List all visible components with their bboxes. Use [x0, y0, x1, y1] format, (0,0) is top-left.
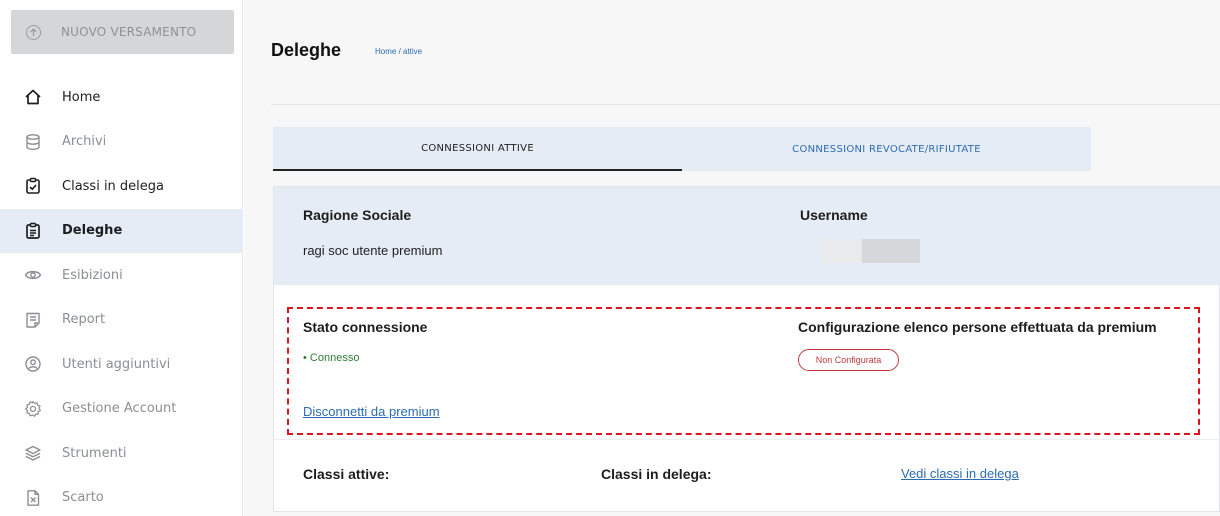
- sidebar-item-label: Esibizioni: [62, 267, 123, 283]
- sidebar-item-label: Report: [62, 312, 106, 328]
- sidebar-item-label: Archivi: [62, 134, 107, 150]
- layers-icon: [25, 446, 41, 461]
- ragione-sociale-label: Ragione Sociale: [303, 207, 412, 223]
- sidebar-item-home[interactable]: Home: [0, 75, 243, 120]
- sidebar-item-utenti-aggiuntivi[interactable]: Utenti aggiuntivi: [0, 342, 243, 387]
- gear-icon: [25, 400, 41, 417]
- sidebar-item-esibizioni[interactable]: Esibizioni: [0, 253, 243, 298]
- sidebar-item-deleghe[interactable]: Deleghe: [0, 208, 243, 253]
- clipboard-check-icon: [26, 178, 40, 195]
- username-redacted: [820, 239, 920, 263]
- sidebar-item-label: Home: [62, 89, 101, 105]
- disconnetti-link[interactable]: Disconnetti da premium: [303, 404, 440, 419]
- configurazione-label: Configurazione elenco persone effettuata…: [798, 319, 1157, 335]
- report-icon: [26, 312, 40, 328]
- home-icon: [25, 89, 41, 105]
- sidebar: NUOVO VERSAMENTO Home Archivi Classi in …: [0, 0, 243, 516]
- file-x-icon: [27, 489, 40, 506]
- vedi-classi-link[interactable]: Vedi classi in delega: [901, 466, 1019, 481]
- sidebar-item-archivi[interactable]: Archivi: [0, 120, 243, 165]
- sidebar-item-label: Gestione Account: [62, 401, 177, 417]
- sidebar-item-gestione-account[interactable]: Gestione Account: [0, 387, 243, 432]
- sidebar-item-label: Strumenti: [62, 445, 127, 461]
- non-configurata-badge: Non Configurata: [798, 349, 899, 371]
- nuovo-versamento-button[interactable]: NUOVO VERSAMENTO: [11, 10, 234, 54]
- sidebar-item-label: Scarto: [62, 490, 104, 506]
- clipboard-list-icon: [26, 222, 40, 239]
- tab-bar: CONNESSIONI ATTIVE CONNESSIONI REVOCATE/…: [273, 127, 1091, 171]
- sidebar-item-classi-in-delega[interactable]: Classi in delega: [0, 164, 243, 209]
- classi-attive-label: Classi attive:: [303, 466, 390, 482]
- nuovo-versamento-label: NUOVO VERSAMENTO: [61, 25, 197, 39]
- ragione-sociale-value: ragi soc utente premium: [303, 243, 443, 258]
- username-label: Username: [800, 207, 868, 223]
- sidebar-item-label: Utenti aggiuntivi: [62, 356, 171, 372]
- sidebar-nav: Home Archivi Classi in delega Deleghe Es…: [0, 75, 243, 516]
- breadcrumb[interactable]: Home / attive: [375, 47, 422, 56]
- header-divider: [271, 104, 1220, 105]
- tab-connessioni-attive[interactable]: CONNESSIONI ATTIVE: [273, 127, 682, 171]
- stato-connessione-label: Stato connessione: [303, 319, 428, 335]
- page-title: Deleghe: [271, 40, 342, 60]
- status-badge: • Connesso: [303, 352, 360, 364]
- classi-in-delega-label: Classi in delega:: [601, 466, 712, 482]
- main-content: Deleghe Home / attive CONNESSIONI ATTIVE…: [244, 0, 1220, 516]
- sidebar-item-scarto[interactable]: Scarto: [0, 476, 243, 516]
- sidebar-item-report[interactable]: Report: [0, 298, 243, 343]
- sidebar-item-label: Classi in delega: [62, 178, 165, 194]
- card-divider: [274, 439, 1220, 440]
- sidebar-item-label: Deleghe: [62, 223, 123, 239]
- eye-icon: [24, 271, 42, 280]
- database-icon: [26, 133, 40, 150]
- card-header: Ragione Sociale ragi soc utente premium …: [274, 187, 1220, 285]
- arrow-up-circle-icon: [26, 24, 41, 40]
- user-circle-icon: [25, 356, 41, 372]
- connection-card: Ragione Sociale ragi soc utente premium …: [273, 186, 1220, 512]
- sidebar-item-strumenti[interactable]: Strumenti: [0, 431, 243, 476]
- tab-connessioni-revocate[interactable]: CONNESSIONI REVOCATE/RIFIUTATE: [682, 127, 1091, 171]
